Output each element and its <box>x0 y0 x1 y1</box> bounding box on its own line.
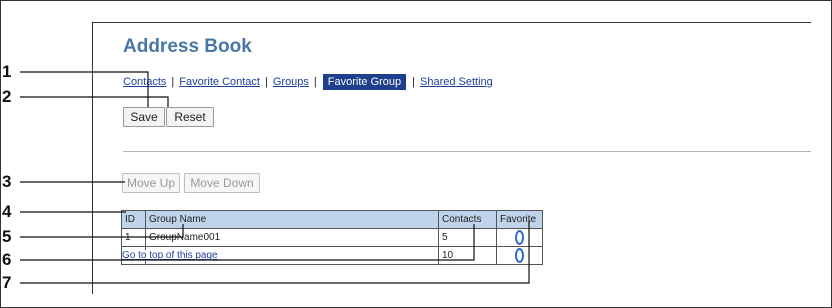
callout-4: 4 <box>0 202 90 222</box>
callout-number: 5 <box>2 227 12 246</box>
go-to-top-link[interactable]: Go to top of this page <box>122 250 220 261</box>
section-divider <box>123 151 811 152</box>
callout-6: 6 <box>0 250 90 270</box>
cell-contacts: 10 <box>438 246 497 265</box>
address-book-panel: Address Book Contacts | Favorite Contact… <box>92 22 811 294</box>
callout-1: 1 <box>0 62 90 82</box>
nav-tab-favorite-group-active[interactable]: Favorite Group <box>322 73 407 90</box>
column-header-group-name[interactable]: Group Name <box>145 210 439 229</box>
nav-separator: | <box>264 75 268 88</box>
nav-link-favorite-contact[interactable]: Favorite Contact <box>179 76 260 88</box>
column-header-id[interactable]: ID <box>121 210 146 229</box>
nav-link-shared-setting[interactable]: Shared Setting <box>420 76 493 88</box>
nav-separator: | <box>412 75 416 88</box>
callout-5: 5 <box>0 227 90 247</box>
move-up-button[interactable]: Move Up <box>122 173 180 193</box>
address-book-nav: Contacts | Favorite Contact | Groups | F… <box>123 73 493 90</box>
column-header-contacts[interactable]: Contacts <box>438 210 497 229</box>
table-header-row: ID Group Name Contacts Favorite <box>121 210 543 229</box>
callout-number: 6 <box>2 250 12 269</box>
table-row[interactable]: 1 GroupName001 5 <box>121 228 543 247</box>
move-down-button[interactable]: Move Down <box>184 173 260 193</box>
cell-favorite <box>496 228 543 247</box>
callout-2: 2 <box>0 87 90 107</box>
cell-contacts: 5 <box>438 228 497 247</box>
callout-number: 4 <box>2 202 12 221</box>
callout-number: 1 <box>2 62 12 81</box>
column-header-favorite[interactable]: Favorite <box>496 210 543 229</box>
callout-7: 7 <box>0 273 90 293</box>
callout-3: 3 <box>0 172 90 192</box>
cell-group-name[interactable]: GroupName001 <box>145 228 439 247</box>
cell-id: 1 <box>121 228 146 247</box>
callout-number: 2 <box>2 87 12 106</box>
nav-link-contacts[interactable]: Contacts <box>123 76 166 88</box>
callout-number: 7 <box>2 273 12 292</box>
save-button[interactable]: Save <box>123 107 165 127</box>
nav-link-groups[interactable]: Groups <box>273 76 309 88</box>
cell-favorite <box>496 246 543 265</box>
favorite-toggle-icon[interactable] <box>515 248 524 263</box>
nav-separator: | <box>313 75 317 88</box>
callout-number: 3 <box>2 172 12 191</box>
favorite-toggle-icon[interactable] <box>515 230 524 245</box>
reset-button[interactable]: Reset <box>166 107 214 127</box>
nav-separator: | <box>171 75 175 88</box>
page-title: Address Book <box>123 36 252 57</box>
